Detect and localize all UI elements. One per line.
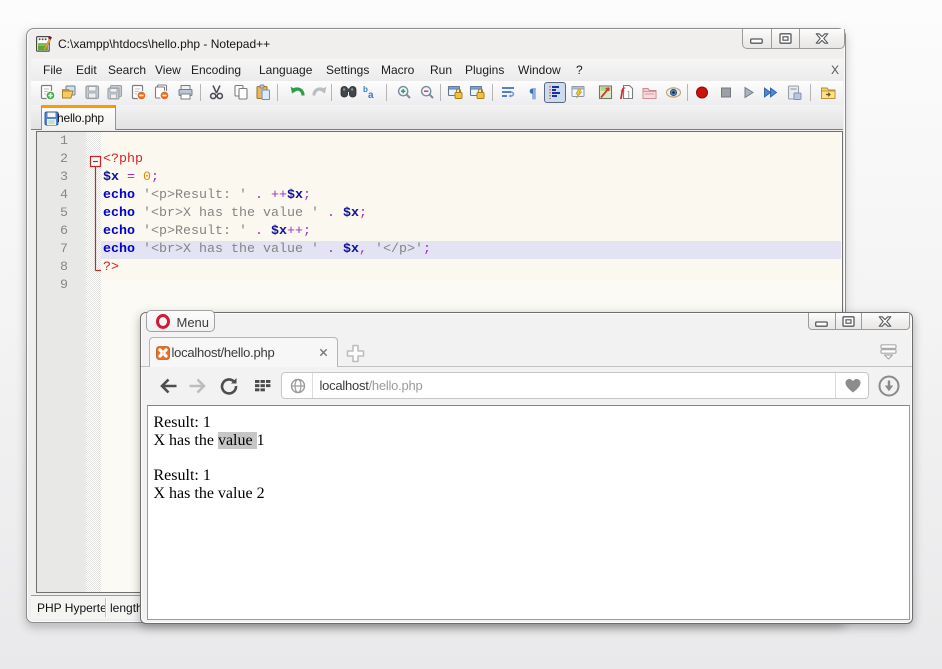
svg-text:¶: ¶ (529, 87, 537, 102)
svg-text:]: ] (627, 90, 629, 99)
svg-text:a: a (368, 90, 374, 101)
